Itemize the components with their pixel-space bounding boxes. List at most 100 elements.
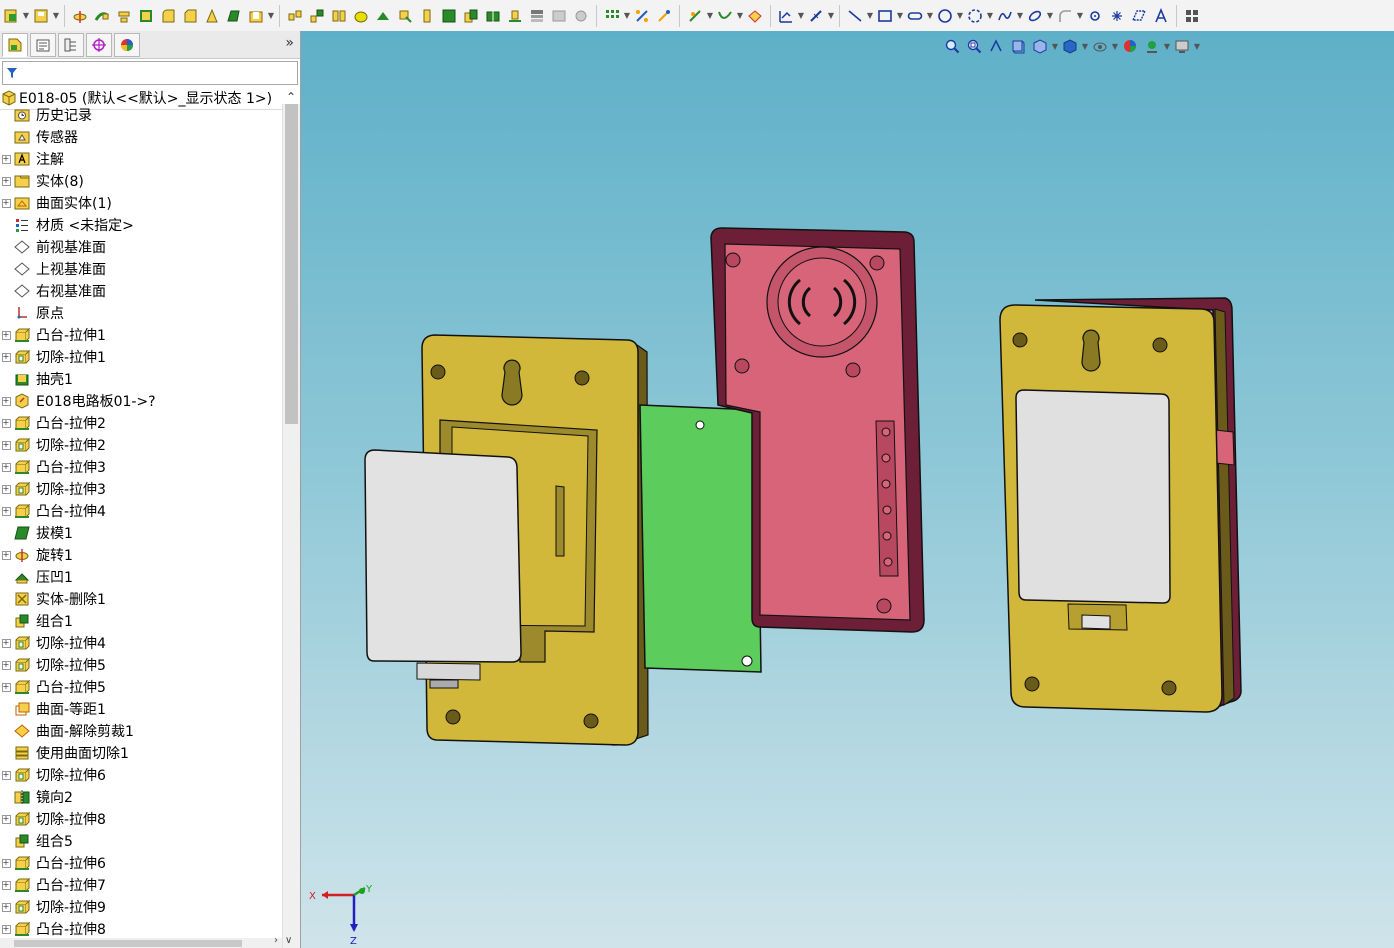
rib-tool-icon[interactable] xyxy=(202,5,222,27)
tree-item[interactable]: 组合5 xyxy=(0,830,282,852)
chevron-down-icon[interactable]: ▼ xyxy=(22,5,30,27)
tree-item[interactable]: + 切除-拉伸8 xyxy=(0,808,282,830)
tree-item[interactable]: + 凸台-拉伸7 xyxy=(0,874,282,896)
flex-tool-icon[interactable] xyxy=(417,5,437,27)
tree-item[interactable]: + 切除-拉伸9 xyxy=(0,896,282,918)
expand-toggle[interactable]: + xyxy=(0,654,12,676)
tree-item[interactable]: 使用曲面切除1 xyxy=(0,742,282,764)
circular-pattern-icon[interactable] xyxy=(307,5,327,27)
tree-filter-input[interactable] xyxy=(2,61,298,85)
text-sketch-icon[interactable] xyxy=(1151,5,1171,27)
tree-item[interactable]: + 凸台-拉伸8 xyxy=(0,918,282,939)
tree-item[interactable]: + 凸台-拉伸6 xyxy=(0,852,282,874)
disabled-tool-icon[interactable] xyxy=(549,5,569,27)
rectangle-icon[interactable] xyxy=(875,5,895,27)
grid-pattern-icon[interactable] xyxy=(602,5,622,27)
chamfer-tool-icon[interactable] xyxy=(180,5,200,27)
chevron-down-icon[interactable]: ▼ xyxy=(736,5,744,27)
circle-icon[interactable] xyxy=(935,5,955,27)
chevron-down-icon[interactable]: ▼ xyxy=(267,5,275,27)
tree-item[interactable]: + 凸台-拉伸2 xyxy=(0,412,282,434)
tree-item[interactable]: + E018电路板01->? xyxy=(0,390,282,412)
chevron-up-icon[interactable]: ⌃ xyxy=(286,90,296,104)
expand-toggle[interactable]: + xyxy=(0,170,12,192)
chevron-down-icon[interactable]: ▼ xyxy=(986,5,994,27)
move-face-icon[interactable] xyxy=(395,5,415,27)
tree-item[interactable]: + 曲面实体(1) xyxy=(0,192,282,214)
expand-toggle[interactable]: + xyxy=(0,478,12,500)
expand-toggle[interactable]: + xyxy=(0,874,12,896)
shell-tool-icon[interactable] xyxy=(246,5,266,27)
line-icon[interactable] xyxy=(845,5,865,27)
expand-toggle[interactable]: + xyxy=(0,544,12,566)
slot-icon[interactable] xyxy=(905,5,925,27)
centerpoint-icon[interactable] xyxy=(1107,5,1127,27)
chevron-down-icon[interactable]: ▼ xyxy=(1046,5,1054,27)
scrollbar-thumb[interactable] xyxy=(285,104,298,424)
ellipse-icon[interactable] xyxy=(1025,5,1045,27)
expand-toggle[interactable]: + xyxy=(0,324,12,346)
chevron-down-icon[interactable]: ∨ xyxy=(285,935,292,946)
chevron-down-icon[interactable]: ▼ xyxy=(1076,5,1084,27)
chevron-down-icon[interactable]: ▼ xyxy=(706,5,714,27)
tree-item[interactable]: + 注解 xyxy=(0,148,282,170)
tree-item[interactable]: 传感器 xyxy=(0,126,282,148)
wrap-tool-icon[interactable] xyxy=(373,5,393,27)
tree-item[interactable]: 拔模1 xyxy=(0,522,282,544)
curves-icon[interactable] xyxy=(715,5,735,27)
tab-property-manager[interactable] xyxy=(30,32,56,57)
tree-item[interactable]: + 凸台-拉伸1 xyxy=(0,324,282,346)
fillet-sketch-icon[interactable] xyxy=(1055,5,1075,27)
draft-tool-icon[interactable] xyxy=(224,5,244,27)
split-tool-icon[interactable] xyxy=(483,5,503,27)
tree-item[interactable]: + 切除-拉伸4 xyxy=(0,632,282,654)
tree-item[interactable]: 历史记录 xyxy=(0,104,282,126)
expand-toggle[interactable]: + xyxy=(0,346,12,368)
chevron-right-icon[interactable]: › xyxy=(274,935,278,946)
loft-tool-icon[interactable] xyxy=(114,5,134,27)
save-icon[interactable] xyxy=(31,5,51,27)
instant-cut-icon[interactable] xyxy=(745,5,765,27)
tree-vertical-scrollbar[interactable]: ∨ xyxy=(282,104,300,948)
chevron-down-icon[interactable]: ▼ xyxy=(827,5,835,27)
expand-toggle[interactable]: + xyxy=(0,148,12,170)
fillet-tool-icon[interactable] xyxy=(158,5,178,27)
expand-toggle[interactable]: + xyxy=(0,918,12,939)
tree-item[interactable]: + 切除-拉伸6 xyxy=(0,764,282,786)
tab-feature-manager[interactable] xyxy=(2,32,28,57)
expand-toggle[interactable]: + xyxy=(0,456,12,478)
tree-item[interactable]: 曲面-等距1 xyxy=(0,698,282,720)
expand-toggle[interactable]: + xyxy=(0,434,12,456)
scrollbar-thumb[interactable] xyxy=(14,940,242,947)
expand-toggle[interactable]: + xyxy=(0,192,12,214)
chevron-down-icon[interactable]: ▼ xyxy=(52,5,60,27)
disabled-tool-icon[interactable] xyxy=(571,5,591,27)
smart-dimension-icon[interactable] xyxy=(806,5,826,27)
chevron-down-icon[interactable]: ▼ xyxy=(1016,5,1024,27)
linear-pattern-icon[interactable] xyxy=(285,5,305,27)
chevron-down-icon[interactable]: ▼ xyxy=(956,5,964,27)
wizard-icon[interactable] xyxy=(654,5,674,27)
toolbar-options-icon[interactable] xyxy=(1182,5,1202,27)
expand-toggle[interactable]: + xyxy=(0,500,12,522)
tree-item[interactable]: + 凸台-拉伸5 xyxy=(0,676,282,698)
tree-item[interactable]: 前视基准面 xyxy=(0,236,282,258)
sketch-icon[interactable] xyxy=(776,5,796,27)
plane-sketch-icon[interactable] xyxy=(1129,5,1149,27)
boundary-tool-icon[interactable] xyxy=(136,5,156,27)
chevron-down-icon[interactable]: ▼ xyxy=(866,5,874,27)
expand-toggle[interactable]: + xyxy=(0,808,12,830)
intersect-tool-icon[interactable] xyxy=(439,5,459,27)
tree-item[interactable]: + 切除-拉伸1 xyxy=(0,346,282,368)
expand-toggle[interactable]: + xyxy=(0,896,12,918)
tree-item[interactable]: 原点 xyxy=(0,302,282,324)
tree-item[interactable]: 右视基准面 xyxy=(0,280,282,302)
dome-tool-icon[interactable] xyxy=(351,5,371,27)
point-icon[interactable] xyxy=(1085,5,1105,27)
tree-item[interactable]: + 凸台-拉伸3 xyxy=(0,456,282,478)
instant3d-icon[interactable] xyxy=(632,5,652,27)
battery-cover[interactable] xyxy=(364,449,522,689)
tree-item[interactable]: 镜向2 xyxy=(0,786,282,808)
expand-toggle[interactable]: + xyxy=(0,632,12,654)
expand-toggle[interactable]: + xyxy=(0,676,12,698)
